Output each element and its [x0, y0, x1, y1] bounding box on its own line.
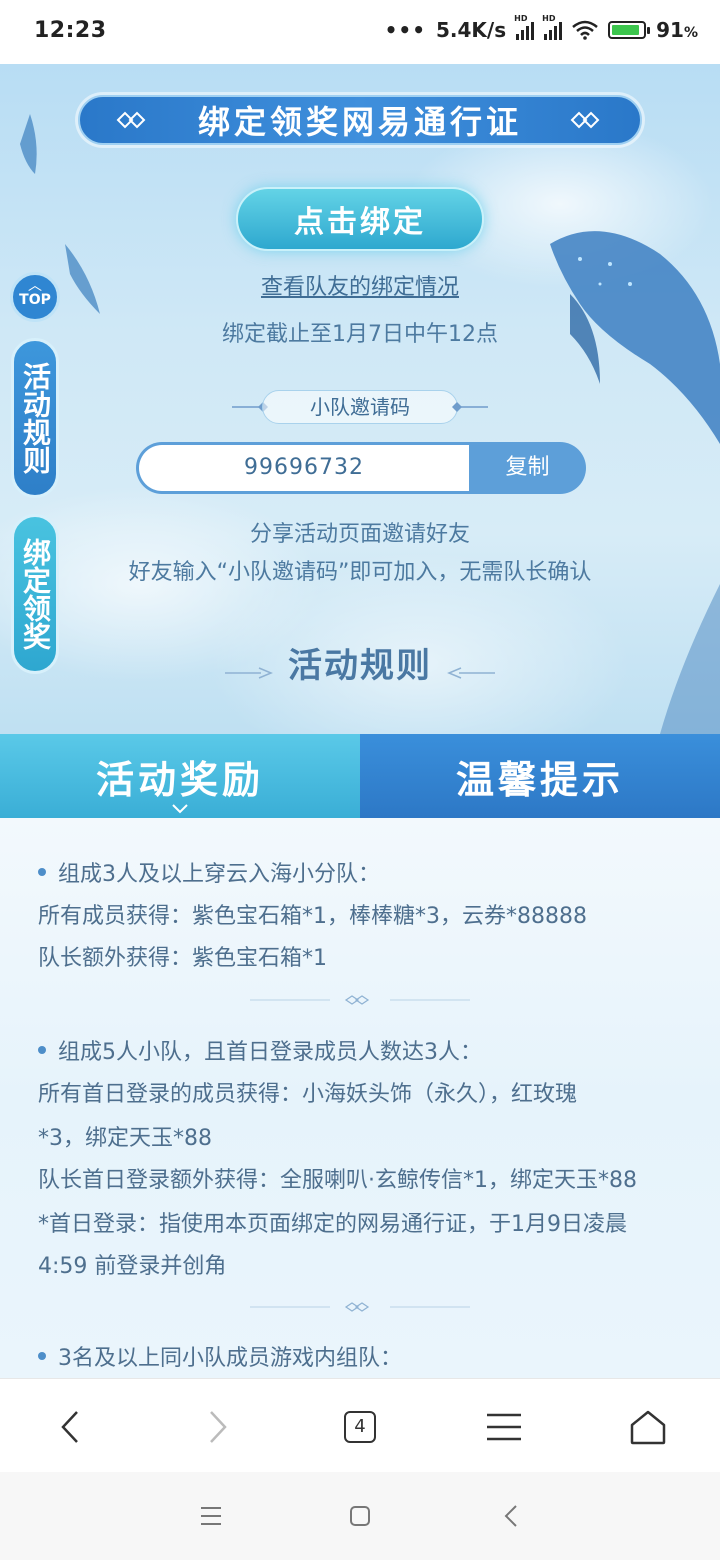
- side-tab-bind[interactable]: 绑定领奖: [11, 514, 59, 674]
- chevron-down-icon: [172, 804, 188, 814]
- section2-line4: *首日登录：指使用本页面绑定的网易通行证，于1月9日凌晨: [38, 1212, 627, 1237]
- divider-ornament: [250, 1302, 470, 1312]
- tab-tips-label: 温馨提示: [455, 756, 624, 802]
- top-label: TOP: [19, 292, 51, 308]
- chevron-right-icon: [210, 1411, 227, 1443]
- join-instruction: 好友输入“小队邀请码”即可加入，无需队长确认: [128, 560, 592, 585]
- bind-button[interactable]: 点击绑定: [236, 187, 484, 251]
- bullet-icon: [38, 868, 46, 876]
- back-nav-icon[interactable]: [504, 1504, 518, 1528]
- diamond-ornament-icon: [116, 111, 146, 129]
- rewards-content: 组成3人及以上穿云入海小分队： 所有成员获得：紫色宝石箱*1，棒棒糖*3，云券*…: [0, 818, 720, 1378]
- side-tab-rules-label: 活动规则: [19, 362, 52, 474]
- rules-heading: 活动规则: [0, 638, 720, 687]
- tab-rewards[interactable]: 活动奖励: [0, 734, 360, 818]
- tab-tips[interactable]: 温馨提示: [360, 734, 720, 818]
- copy-button[interactable]: 复制: [469, 442, 586, 494]
- menu-icon: [487, 1413, 521, 1441]
- section3-heading: 3名及以上同小队成员游戏内组队：: [38, 1340, 402, 1372]
- section1-line2: 队长额外获得：紫色宝石箱*1: [38, 946, 327, 971]
- hero-section: 绑定领奖网易通行证 点击绑定 查看队友的绑定情况 绑定截止至1月7日中午12点 …: [0, 64, 720, 734]
- tabs-button[interactable]: 4: [336, 1403, 384, 1451]
- invite-code-label: 小队邀请码: [262, 390, 458, 424]
- tab-count: 4: [344, 1411, 376, 1443]
- back-to-top-button[interactable]: ︿ TOP: [10, 272, 60, 322]
- side-tab-rules[interactable]: 活动规则: [11, 338, 59, 498]
- signal-icon-2: HD: [542, 14, 563, 40]
- battery-icon: [608, 21, 651, 39]
- menu-button[interactable]: [480, 1403, 528, 1451]
- left-ornament-icon: [224, 666, 273, 679]
- battery-level: 91%: [656, 18, 698, 42]
- section2-line2: *3，绑定天玉*88: [38, 1126, 212, 1151]
- forward-button[interactable]: [194, 1403, 242, 1451]
- section2-line1: 所有首日登录的成员获得：小海妖头饰（永久），红玫瑰: [38, 1082, 578, 1107]
- right-ornament-icon: [452, 402, 488, 412]
- bind-deadline-text: 绑定截止至1月7日中午12点: [222, 322, 498, 347]
- chevron-left-icon: [61, 1411, 78, 1443]
- rules-heading-text: 活动规则: [288, 646, 432, 686]
- side-tab-bind-label: 绑定领奖: [19, 538, 52, 650]
- section1-heading: 组成3人及以上穿云入海小分队：: [38, 856, 380, 888]
- divider-ornament: [250, 995, 470, 1005]
- tab-bar: 活动奖励 温馨提示: [0, 734, 720, 818]
- wifi-icon: [572, 20, 598, 40]
- system-nav-bar: [0, 1472, 720, 1560]
- right-ornament-icon: [447, 666, 496, 679]
- status-time: 12:23: [34, 18, 107, 43]
- section1-line1: 所有成员获得：紫色宝石箱*1，棒棒糖*3，云券*88888: [38, 904, 587, 929]
- status-bar: 12:23 ••• 5.4K/s HD HD 91%: [0, 0, 720, 64]
- section2-line5: 4:59 前登录并创角: [38, 1254, 227, 1279]
- browser-toolbar: 4: [0, 1378, 720, 1473]
- signal-icon: HD: [514, 14, 535, 40]
- home-icon: [630, 1410, 666, 1445]
- invite-code-label-wrap: 小队邀请码: [232, 390, 488, 426]
- section2-line3: 队长首日登录额外获得：全服喇叭·玄鲸传信*1，绑定天玉*88: [38, 1168, 637, 1193]
- invite-code-value[interactable]: 99696732: [139, 445, 469, 491]
- bullet-icon: [38, 1352, 46, 1360]
- invite-code-box: 99696732 复制: [136, 442, 586, 494]
- home-button[interactable]: [624, 1403, 672, 1451]
- home-nav-icon[interactable]: [350, 1506, 370, 1526]
- back-button[interactable]: [46, 1403, 94, 1451]
- bind-button-label: 点击绑定: [294, 205, 426, 240]
- status-indicators: ••• 5.4K/s HD HD 91%: [384, 14, 698, 42]
- tab-rewards-label: 活动奖励: [95, 756, 264, 802]
- bullet-icon: [38, 1046, 46, 1054]
- view-teammates-link[interactable]: 查看队友的绑定情况: [0, 269, 720, 301]
- more-dots-icon: •••: [384, 18, 426, 42]
- share-instruction: 分享活动页面邀请好友: [249, 522, 470, 547]
- section2-heading: 组成5人小队，且首日登录成员人数达3人：: [38, 1034, 482, 1066]
- title-banner: 绑定领奖网易通行证: [78, 95, 642, 145]
- chevron-up-icon: ︿: [28, 278, 42, 294]
- diamond-ornament-icon: [570, 111, 600, 129]
- network-speed: 5.4K/s: [435, 18, 507, 42]
- page-title: 绑定领奖网易通行证: [197, 103, 522, 141]
- recent-apps-icon[interactable]: [200, 1506, 222, 1526]
